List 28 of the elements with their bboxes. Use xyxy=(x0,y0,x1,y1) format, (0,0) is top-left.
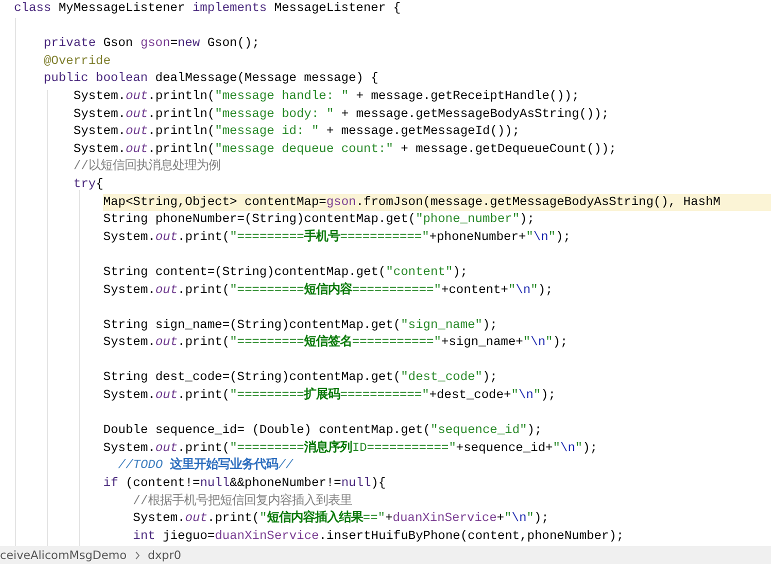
code-line: if (content!=null&&phoneNumber!=null){ xyxy=(103,475,387,492)
breadcrumb-item[interactable]: ceiveAlicomMsgDemo xyxy=(0,548,127,562)
code-line: System.out.println("message dequeue count:" + message.getDequeueCount()); xyxy=(74,140,618,158)
code-line: System.out.print("=========短信签名==========="+sign_name+"\n"); xyxy=(103,334,569,352)
code-line: String dest_code=(String)contentMap.get("dest_code"); xyxy=(103,369,498,386)
code-line: System.out.print("=========手机号==========="+phoneNumber+"\n"); xyxy=(103,228,572,246)
chevron-icon xyxy=(134,550,140,560)
code-line: @Override xyxy=(44,52,112,70)
code-line: //根据手机号把短信回复内容插入到表里 xyxy=(133,492,353,510)
code-line: System.out.print("=========消息序列ID==========="+sequence_id+"\n"); xyxy=(103,440,598,457)
code-line: private Gson gson=new Gson(); xyxy=(44,35,260,52)
breadcrumb-item[interactable]: dxpr0 xyxy=(148,548,182,562)
code-line: System.out.print("=========短信内容==========="+content+"\n"); xyxy=(103,282,554,298)
code-line: System.out.print("短信内容插入结果=="+duanXinService+"\n"); xyxy=(133,510,550,528)
code-line: class MyMessageListener implements MessageListener { xyxy=(14,0,402,17)
code-line: System.out.print("=========扩展码==========="+dest_code+"\n"); xyxy=(103,387,557,404)
code-line: String phoneNumber=(String)contentMap.get("phone_number"); xyxy=(103,211,536,228)
code-line: System.out.println("message body: " + message.getMessageBodyAsString()); xyxy=(74,106,610,123)
code-line: public boolean dealMessage(Message message) { xyxy=(44,70,380,88)
code-line: String content=(String)contentMap.get("content"); xyxy=(103,264,469,281)
code-line: Double sequence_id= (Double) contentMap.get("sequence_id"); xyxy=(103,422,543,440)
code-line: //以短信回执消息处理为例 xyxy=(74,158,222,176)
code-line: int jieguo=duanXinService.insertHuifuByPhone(content,phoneNumber); xyxy=(133,528,625,545)
code-line: System.out.println("message handle: " + message.getReceiptHandle()); xyxy=(74,88,580,105)
code-line: System.out.println("message id: " + message.getMessageId()); xyxy=(74,123,521,140)
code-line: String sign_name=(String)contentMap.get("sign_name"); xyxy=(103,316,498,334)
code-line: //TODO 这里开始写业务代码// xyxy=(118,457,294,474)
code-line: try{ xyxy=(74,176,104,193)
